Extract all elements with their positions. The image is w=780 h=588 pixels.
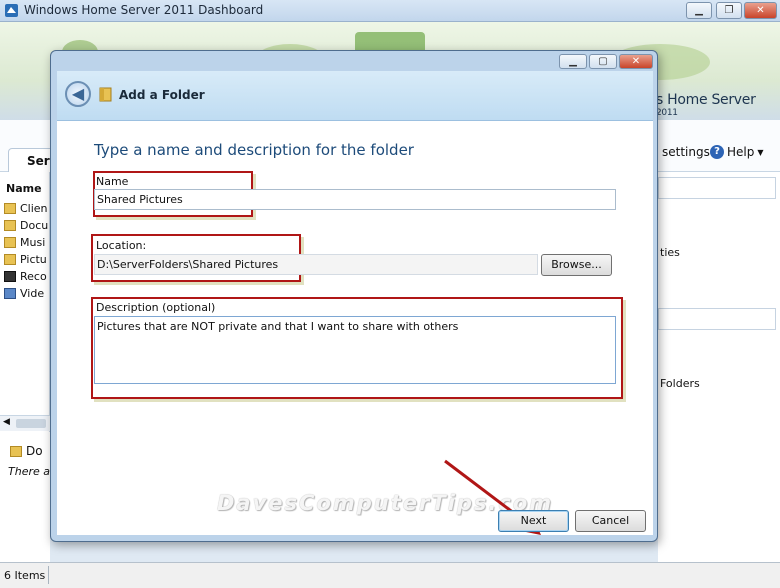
videos-folder-icon [4, 288, 16, 299]
back-button[interactable]: ◀ [65, 81, 91, 107]
dialog-minimize-button[interactable]: ▁ [559, 54, 587, 69]
details-text: There ar [8, 465, 55, 478]
folder-icon [10, 445, 22, 457]
horizontal-scrollbar[interactable]: ◀ [0, 415, 50, 431]
tasks-panel [658, 172, 780, 562]
settings-link[interactable]: settings [662, 145, 710, 159]
cancel-button[interactable]: Cancel [575, 510, 646, 532]
location-label: Location: [96, 239, 147, 252]
details-title: Do [26, 444, 43, 458]
folder-icon [4, 220, 16, 231]
main-window-title: Windows Home Server 2011 Dashboard [24, 3, 264, 17]
list-item-label: Clien [20, 202, 48, 215]
add-folder-dialog: ▁ ▢ ✕ ◀ Add a Folder Type a name and des… [50, 50, 658, 542]
next-button[interactable]: Next [498, 510, 569, 532]
status-separator [48, 566, 49, 584]
task-item-folders[interactable]: Folders [660, 377, 700, 390]
list-item[interactable]: Pictu [4, 253, 47, 266]
list-item[interactable]: Clien [4, 202, 48, 215]
folder-icon [99, 86, 113, 105]
dialog-body: Type a name and description for the fold… [57, 121, 653, 535]
name-input[interactable]: Shared Pictures [94, 189, 616, 210]
back-arrow-icon: ◀ [71, 84, 85, 103]
list-item[interactable]: Docu [4, 219, 48, 232]
location-field: D:\ServerFolders\Shared Pictures [94, 254, 538, 275]
list-item-label: Docu [20, 219, 49, 232]
dialog-title: Add a Folder [119, 88, 205, 102]
close-icon: ✕ [631, 56, 641, 67]
task-group-header [658, 308, 776, 330]
dashboard-app-icon [4, 3, 19, 21]
list-item-label: Pictu [20, 253, 47, 266]
list-item[interactable]: Vide [4, 287, 44, 300]
list-item-label: Reco [20, 270, 47, 283]
folder-icon [4, 254, 16, 265]
description-textarea[interactable]: Pictures that are NOT private and that I… [94, 316, 616, 384]
help-link[interactable]: ? Help ▼ [710, 145, 764, 159]
scroll-left-icon[interactable]: ◀ [3, 417, 10, 427]
close-button[interactable]: ✕ [744, 2, 777, 19]
column-header-name[interactable]: Name [6, 182, 42, 195]
dialog-titlebar: ▁ ▢ ✕ [51, 51, 657, 71]
help-icon: ? [710, 145, 724, 159]
dialog-close-button[interactable]: ✕ [619, 54, 653, 69]
status-item-count: 6 Items [4, 569, 46, 582]
description-label: Description (optional) [96, 301, 216, 314]
list-item-label: Vide [20, 287, 45, 300]
minimize-icon: ▁ [695, 5, 703, 16]
list-item[interactable]: Musi [4, 236, 45, 249]
folder-icon [4, 237, 16, 248]
recorded-tv-folder-icon [4, 271, 16, 282]
list-item[interactable]: Reco [4, 270, 47, 283]
dialog-header: ◀ Add a Folder [57, 71, 653, 121]
dialog-maximize-button[interactable]: ▢ [589, 54, 617, 69]
close-icon: ✕ [756, 5, 765, 16]
name-label: Name [96, 175, 129, 188]
chevron-down-icon: ▼ [757, 147, 764, 157]
dialog-heading: Type a name and description for the fold… [94, 141, 414, 159]
folder-icon [4, 203, 16, 214]
scrollbar-thumb[interactable] [16, 419, 46, 428]
restore-icon: ❐ [724, 5, 734, 16]
list-item-label: Musi [20, 236, 46, 249]
details-panel: Do There ar [0, 432, 55, 562]
minimize-button[interactable]: ▁ [686, 2, 712, 19]
status-bar [0, 562, 780, 588]
browse-button[interactable]: Browse... [541, 254, 612, 276]
help-label: Help [727, 145, 755, 159]
task-group-header [658, 177, 776, 199]
task-item-properties[interactable]: ties [660, 246, 680, 259]
restore-icon: ▢ [598, 56, 608, 67]
main-window-titlebar: Windows Home Server 2011 Dashboard ▁ ❐ ✕ [0, 0, 780, 22]
minimize-icon: ▁ [569, 56, 577, 67]
details-header: Do [10, 444, 43, 458]
maximize-button[interactable]: ❐ [716, 2, 742, 19]
